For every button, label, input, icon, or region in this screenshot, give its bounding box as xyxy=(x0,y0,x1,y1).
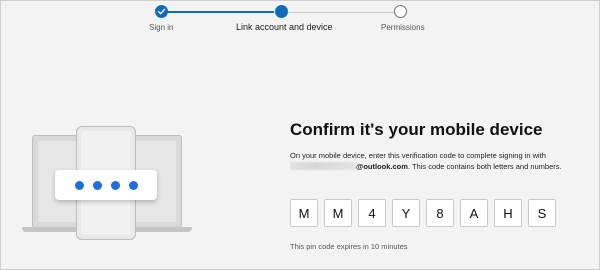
verification-code: M M 4 Y 8 A H S xyxy=(290,199,556,227)
expiry-notice: This pin code expires in 10 minutes xyxy=(290,242,408,251)
instruction-line-2: @outlook.com. This code contains both le… xyxy=(290,161,590,172)
code-character: H xyxy=(494,199,522,227)
pin-dot xyxy=(92,180,102,190)
device-illustration xyxy=(22,120,202,245)
code-character: S xyxy=(528,199,556,227)
page-title: Confirm it's your mobile device xyxy=(290,120,543,139)
code-character: M xyxy=(324,199,352,227)
step-label-sign-in: Sign in xyxy=(149,23,174,32)
pin-dot xyxy=(110,180,120,190)
redacted-email xyxy=(290,162,356,170)
instruction-line-2-suffix: . This code contains both letters and nu… xyxy=(407,162,562,171)
code-character: 8 xyxy=(426,199,454,227)
step-label-link-account: Link account and device xyxy=(236,22,333,32)
step-current-dot-icon xyxy=(275,5,288,18)
pin-dot xyxy=(128,180,138,190)
step-label-permissions: Permissions xyxy=(381,23,425,32)
pin-entry-icon xyxy=(55,170,157,200)
code-character: M xyxy=(290,199,318,227)
code-character: 4 xyxy=(358,199,386,227)
stepper-line-completed xyxy=(168,11,274,13)
pin-dot xyxy=(74,180,84,190)
step-pending-dot-icon xyxy=(394,5,407,18)
code-character: Y xyxy=(392,199,420,227)
stepper-line-pending xyxy=(288,12,394,13)
instruction-line-1: On your mobile device, enter this verifi… xyxy=(290,151,546,160)
step-complete-check-icon xyxy=(155,5,168,18)
instruction-text: On your mobile device, enter this verifi… xyxy=(290,150,590,172)
code-character: A xyxy=(460,199,488,227)
progress-stepper: Sign in Link account and device Permissi… xyxy=(0,0,600,40)
email-domain: @outlook.com xyxy=(356,162,408,171)
